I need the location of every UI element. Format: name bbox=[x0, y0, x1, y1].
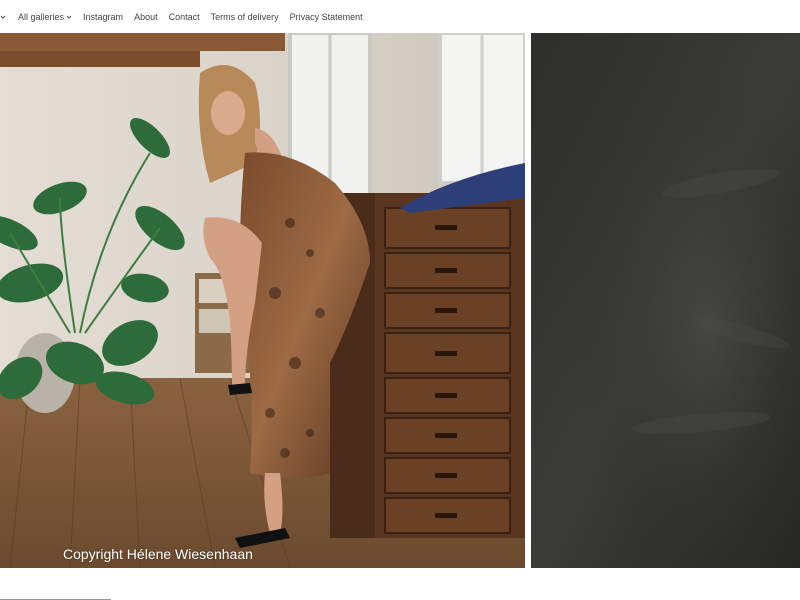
gallery: Copyright Hélene Wiesenhaan bbox=[0, 33, 800, 568]
nav-privacy-statement[interactable]: Privacy Statement bbox=[290, 12, 363, 22]
nav-instagram-label: Instagram bbox=[83, 11, 124, 22]
main-photo[interactable]: Copyright Hélene Wiesenhaan bbox=[0, 33, 525, 568]
main-photo-image bbox=[0, 33, 525, 568]
nav-about-label: About bbox=[134, 11, 158, 22]
nav-all-galleries[interactable]: All galleries bbox=[18, 12, 72, 22]
nav-privacy-label: Privacy Statement bbox=[289, 11, 363, 22]
nav-terms-of-delivery[interactable]: Terms of delivery bbox=[211, 12, 279, 22]
side-photo-image bbox=[531, 33, 800, 568]
chevron-down-icon bbox=[66, 14, 72, 20]
photo-caption: Copyright Hélene Wiesenhaan bbox=[63, 546, 253, 562]
nav-terms-label: Terms of delivery bbox=[210, 11, 279, 22]
nav-all-galleries-label: All galleries bbox=[18, 11, 65, 22]
main-navigation: All galleries Instagram About Contact Te… bbox=[0, 0, 800, 33]
nav-contact[interactable]: Contact bbox=[169, 12, 200, 22]
nav-contact-label: Contact bbox=[168, 11, 200, 22]
chevron-down-icon[interactable] bbox=[0, 14, 6, 20]
nav-instagram[interactable]: Instagram bbox=[83, 12, 123, 22]
nav-about[interactable]: About bbox=[134, 12, 158, 22]
side-photo[interactable] bbox=[531, 33, 800, 568]
